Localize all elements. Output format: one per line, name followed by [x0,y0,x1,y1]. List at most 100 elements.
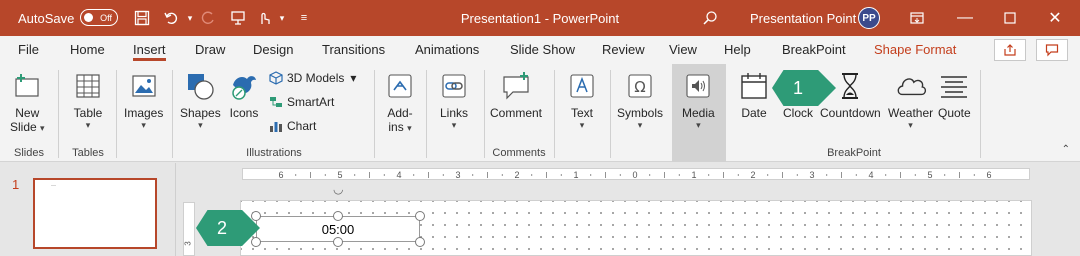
shapes-button[interactable]: Shapes ▾ [180,70,221,130]
chart-button[interactable]: Chart [268,118,316,134]
resize-handle[interactable] [251,211,261,221]
tab-breakpoint[interactable]: BreakPoint [782,42,846,57]
collapse-ribbon-icon[interactable]: ⌃ [1062,144,1070,155]
search-icon[interactable] [700,0,720,36]
table-icon [72,70,104,102]
share-button[interactable] [994,39,1026,61]
tab-help[interactable]: Help [724,42,751,57]
undo-dropdown-icon[interactable]: ▾ [180,0,200,36]
tab-home[interactable]: Home [70,42,105,57]
links-button[interactable]: Links ▾ [438,70,470,130]
resize-handle[interactable] [251,237,261,247]
ruler-label: 6 [986,170,991,180]
new-slide-button[interactable]: New Slide ▾ [10,70,45,134]
text-icon [566,70,598,102]
group-illustrations: Shapes ▾ Icons 3D Models ▾ SmartArt Char… [174,64,374,162]
chevron-down-icon: ▾ [198,120,203,130]
horizontal-ruler: 6 5 4 3 2 1 0 1 2 3 4 5 6 [242,168,1030,180]
icons-icon [228,70,260,102]
ruler-label: 5 [337,170,342,180]
tab-design[interactable]: Design [253,42,293,57]
user-name[interactable]: Presentation Point [750,0,856,36]
resize-handle[interactable] [333,237,343,247]
close-icon[interactable]: ✕ [1040,0,1070,36]
text-button[interactable]: Text ▾ [566,70,598,130]
add-ins-button[interactable]: Add- ins ▾ [384,70,416,134]
countdown-text: 05:00 [321,221,355,237]
redo-icon[interactable] [198,0,218,36]
quote-lines-icon [938,70,970,102]
group-addins: Add- ins ▾ [376,64,424,162]
tab-insert[interactable]: Insert [133,42,166,61]
cube-icon [268,70,284,86]
hourglass-icon [834,70,866,102]
touch-mode-icon[interactable] [254,0,274,36]
chevron-down-icon: ▾ [85,120,91,130]
autosave-toggle[interactable]: Off [80,9,118,26]
date-button[interactable]: Date [738,70,770,120]
add-ins-icon [384,70,416,102]
ruler-label: 4 [396,170,401,180]
3d-models-button[interactable]: 3D Models ▾ [268,70,356,86]
smartart-button[interactable]: SmartArt [268,94,334,110]
group-label-comments: Comments [492,147,546,159]
shapes-icon [184,70,216,102]
vertical-ruler: 3 [183,202,195,256]
group-links: Links ▾ [428,64,482,162]
cloud-icon [895,70,927,102]
ribbon: New Slide ▾ Slides Table ▾ Tables Images… [0,64,1080,162]
tab-view[interactable]: View [669,42,697,57]
quote-button[interactable]: Quote [938,70,971,120]
chevron-down-icon: ▾ [637,120,643,130]
svg-text:Ω: Ω [634,78,645,96]
media-button[interactable]: Media ▾ [682,70,715,130]
chevron-down-icon: ▾ [141,120,146,130]
presenter-icon[interactable] [228,0,248,36]
group-label-illustrations: Illustrations [246,147,302,159]
title-bar: AutoSave Off ▾ ▾ ≡ Presentation1 - Power… [0,0,1080,36]
ribbon-tabs: File Home Insert Draw Design Transitions… [0,36,1080,64]
comments-button[interactable] [1036,39,1068,61]
group-label-tables: Tables [72,147,104,159]
group-text: Text ▾ [556,64,608,162]
tab-review[interactable]: Review [602,42,645,57]
tab-slide-show[interactable]: Slide Show [510,42,575,57]
tab-draw[interactable]: Draw [195,42,225,57]
maximize-icon[interactable] [995,0,1025,36]
table-button[interactable]: Table ▾ [72,70,104,130]
chevron-down-icon: ▾ [451,120,457,130]
save-icon[interactable] [132,0,152,36]
tab-shape-format[interactable]: Shape Format [874,42,956,57]
tab-animations[interactable]: Animations [415,42,479,57]
ruler-label: 5 [927,170,932,180]
tab-transitions[interactable]: Transitions [322,42,385,57]
minimize-icon[interactable]: — [950,0,980,36]
countdown-button[interactable]: Countdown [820,70,881,120]
slide-thumbnail[interactable]: — [33,178,157,249]
resize-handle[interactable] [415,237,425,247]
chevron-down-icon: ▾ [696,120,701,130]
avatar[interactable]: PP [858,7,880,29]
vertical-ruler-label: 3 [183,241,193,246]
weather-button[interactable]: Weather ▾ [888,70,933,130]
slide-number: 1 [12,177,20,192]
customize-qat-icon[interactable]: ≡ [294,0,314,36]
slides-pane: 1 — [0,163,176,256]
group-breakpoint: Date Clock Countdown Weather ▾ Quote Bre… [728,64,980,162]
touch-dropdown-icon[interactable]: ▾ [272,0,292,36]
comment-button[interactable]: Comment [490,70,542,120]
group-slides: New Slide ▾ Slides [0,64,58,162]
group-symbols: Ω Symbols ▾ [612,64,670,162]
group-media: Media ▾ [672,64,726,162]
icons-button[interactable]: Icons [228,70,260,120]
symbols-button[interactable]: Ω Symbols ▾ [617,70,663,130]
ribbon-display-options-icon[interactable] [902,0,932,36]
omega-icon: Ω [624,70,656,102]
rotate-handle-icon[interactable]: ◡ [333,183,343,195]
undo-icon[interactable] [162,0,182,36]
resize-handle[interactable] [333,211,343,221]
images-button[interactable]: Images ▾ [124,70,163,130]
tab-file[interactable]: File [18,42,39,57]
ruler-label: 1 [691,170,696,180]
resize-handle[interactable] [415,211,425,221]
